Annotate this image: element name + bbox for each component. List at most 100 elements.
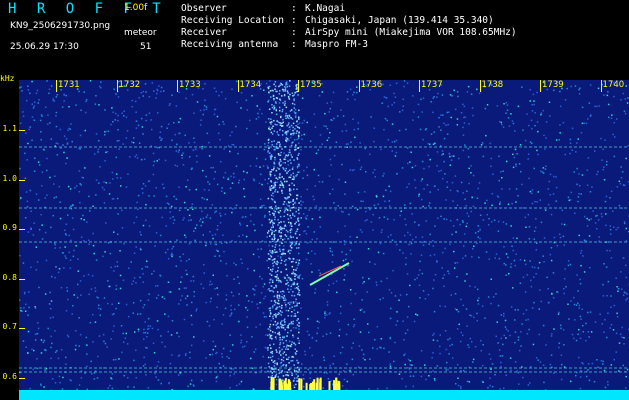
band-speck [278, 222, 280, 224]
noise-speck [527, 384, 530, 386]
noise-speck [471, 256, 473, 258]
noise-speck [368, 331, 370, 334]
noise-speck [180, 281, 182, 283]
noise-speck [579, 185, 581, 187]
noise-speck [89, 210, 91, 212]
noise-speck [142, 224, 145, 227]
noise-speck [358, 159, 360, 162]
noise-speck [288, 139, 290, 142]
noise-speck [217, 132, 220, 134]
band-speck [287, 345, 290, 347]
band-speck [278, 211, 280, 214]
band-speck [294, 273, 296, 275]
noise-speck [238, 320, 240, 323]
noise-speck [618, 342, 621, 344]
noise-speck [121, 227, 124, 229]
noise-speck [147, 180, 150, 183]
noise-speck [625, 264, 627, 267]
noise-speck [539, 361, 542, 363]
noise-speck [230, 304, 232, 307]
noise-speck [163, 187, 165, 189]
noise-speck [514, 148, 517, 151]
noise-speck [490, 278, 492, 280]
noise-speck [88, 293, 90, 296]
noise-speck [296, 138, 298, 141]
noise-speck [500, 171, 502, 173]
noise-speck [430, 101, 432, 103]
band-speck [275, 349, 277, 351]
noise-speck [275, 113, 278, 116]
noise-speck [163, 90, 165, 92]
noise-speck [399, 294, 402, 296]
noise-speck [156, 88, 158, 91]
noise-speck [486, 104, 489, 106]
noise-speck [529, 382, 531, 384]
noise-speck [569, 263, 572, 266]
noise-speck [582, 331, 585, 333]
noise-speck [240, 380, 243, 383]
noise-speck [449, 189, 452, 192]
noise-speck [478, 182, 481, 184]
noise-speck [135, 349, 137, 352]
noise-speck [571, 149, 573, 151]
noise-speck [114, 119, 116, 121]
band-speck [272, 240, 274, 243]
band-speck [280, 358, 283, 361]
noise-speck [63, 267, 65, 269]
noise-speck [621, 326, 623, 329]
band-speck [270, 187, 273, 190]
noise-speck [533, 276, 535, 278]
band-speck [267, 356, 270, 359]
band-speck [276, 143, 278, 145]
noise-speck [202, 217, 205, 220]
noise-speck [30, 210, 32, 212]
noise-speck [613, 304, 616, 307]
noise-speck [536, 242, 538, 244]
noise-speck [456, 219, 459, 221]
band-speck [269, 323, 272, 326]
band-speck [294, 313, 296, 315]
noise-speck [300, 196, 302, 198]
noise-speck [168, 291, 170, 293]
noise-speck [452, 225, 455, 227]
noise-speck [35, 269, 38, 271]
band-speck [276, 362, 278, 364]
noise-speck [449, 155, 451, 158]
y-tick-label: 0.7 [2, 322, 17, 331]
noise-speck [243, 188, 245, 190]
noise-speck [31, 348, 33, 351]
noise-speck [52, 214, 54, 217]
noise-speck [610, 364, 613, 366]
band-speck [272, 317, 274, 320]
noise-speck [434, 225, 436, 227]
noise-speck [432, 240, 434, 242]
noise-speck [481, 142, 484, 144]
noise-speck [446, 186, 449, 188]
noise-speck [339, 328, 341, 331]
band-speck [268, 211, 271, 213]
noise-speck [258, 182, 261, 185]
noise-speck [231, 240, 233, 242]
noise-speck [510, 369, 512, 371]
band-speck [269, 189, 272, 191]
noise-speck [624, 98, 627, 100]
noise-speck [606, 295, 608, 297]
noise-speck [171, 255, 173, 258]
band-speck [278, 93, 281, 95]
band-speck [267, 139, 270, 141]
noise-speck [623, 222, 626, 225]
noise-speck [436, 151, 439, 153]
band-speck [280, 237, 282, 239]
noise-speck [259, 275, 261, 278]
band-speck [271, 155, 273, 158]
noise-speck [143, 304, 146, 306]
noise-speck [623, 110, 626, 113]
noise-speck [395, 139, 398, 142]
noise-speck [122, 143, 124, 145]
noise-speck [510, 113, 512, 115]
noise-speck [404, 353, 406, 355]
noise-speck [97, 148, 100, 151]
band-speck [291, 372, 293, 375]
noise-speck [290, 301, 292, 304]
noise-speck [487, 224, 490, 226]
